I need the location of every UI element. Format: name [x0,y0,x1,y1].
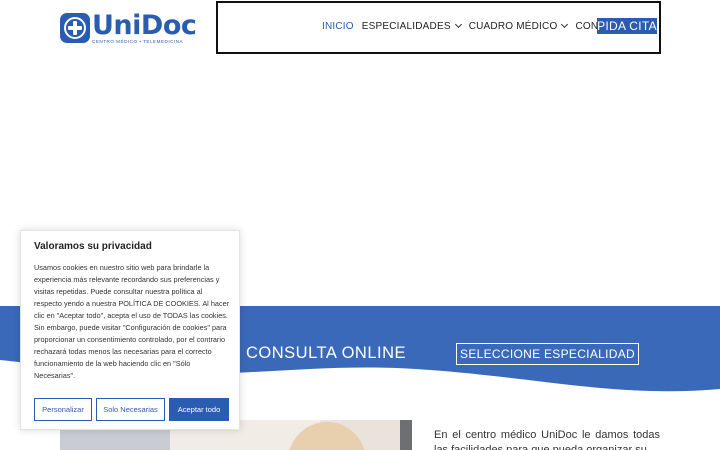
nav-item-label: CUADRO MÉDICO [468,20,558,32]
logo-tagline: CENTRO MÉDICO • TELEMEDICINA [92,38,184,44]
necessary-only-button[interactable]: Solo Necesarias [96,398,165,421]
intro-text: En el centro médico UniDoc le damos toda… [434,429,660,450]
select-specialty-button[interactable]: SELECCIONE ESPECIALIDAD [456,343,639,365]
cookie-actions: Personalizar Solo Necesarias Aceptar tod… [34,398,229,421]
nav-item-cuadro-medico[interactable]: CUADRO MÉDICO [468,20,569,32]
nav-item-inicio[interactable]: INICIO [322,21,354,32]
main-nav: INICIO ESPECIALIDADES CUADRO MÉDICO CONT… [322,17,640,35]
cookie-title: Valoramos su privacidad [34,241,152,252]
chevron-down-icon [561,20,569,29]
band-title: CONSULTA ONLINE [246,344,407,362]
book-appointment-button[interactable]: PIDA CITA [597,18,657,34]
chevron-down-icon [454,20,462,29]
nav-item-especialidades[interactable]: ESPECIALIDADES [361,20,462,32]
cookie-description: Usamos cookies en nuestro sitio web para… [34,263,230,380]
site-logo[interactable]: UniDoc CENTRO MÉDICO • TELEMEDICINA [60,9,197,46]
nav-item-label: INICIO [322,20,354,32]
accept-all-button[interactable]: Aceptar todo [169,398,229,421]
nav-item-label: ESPECIALIDADES [361,20,451,32]
medical-cross-icon [60,13,90,43]
logo-name: UniDoc [92,9,197,41]
customize-button[interactable]: Personalizar [34,398,92,421]
cookie-consent-dialog: Valoramos su privacidad Usamos cookies e… [20,230,240,430]
site-header: UniDoc CENTRO MÉDICO • TELEMEDICINA INIC… [0,0,720,55]
